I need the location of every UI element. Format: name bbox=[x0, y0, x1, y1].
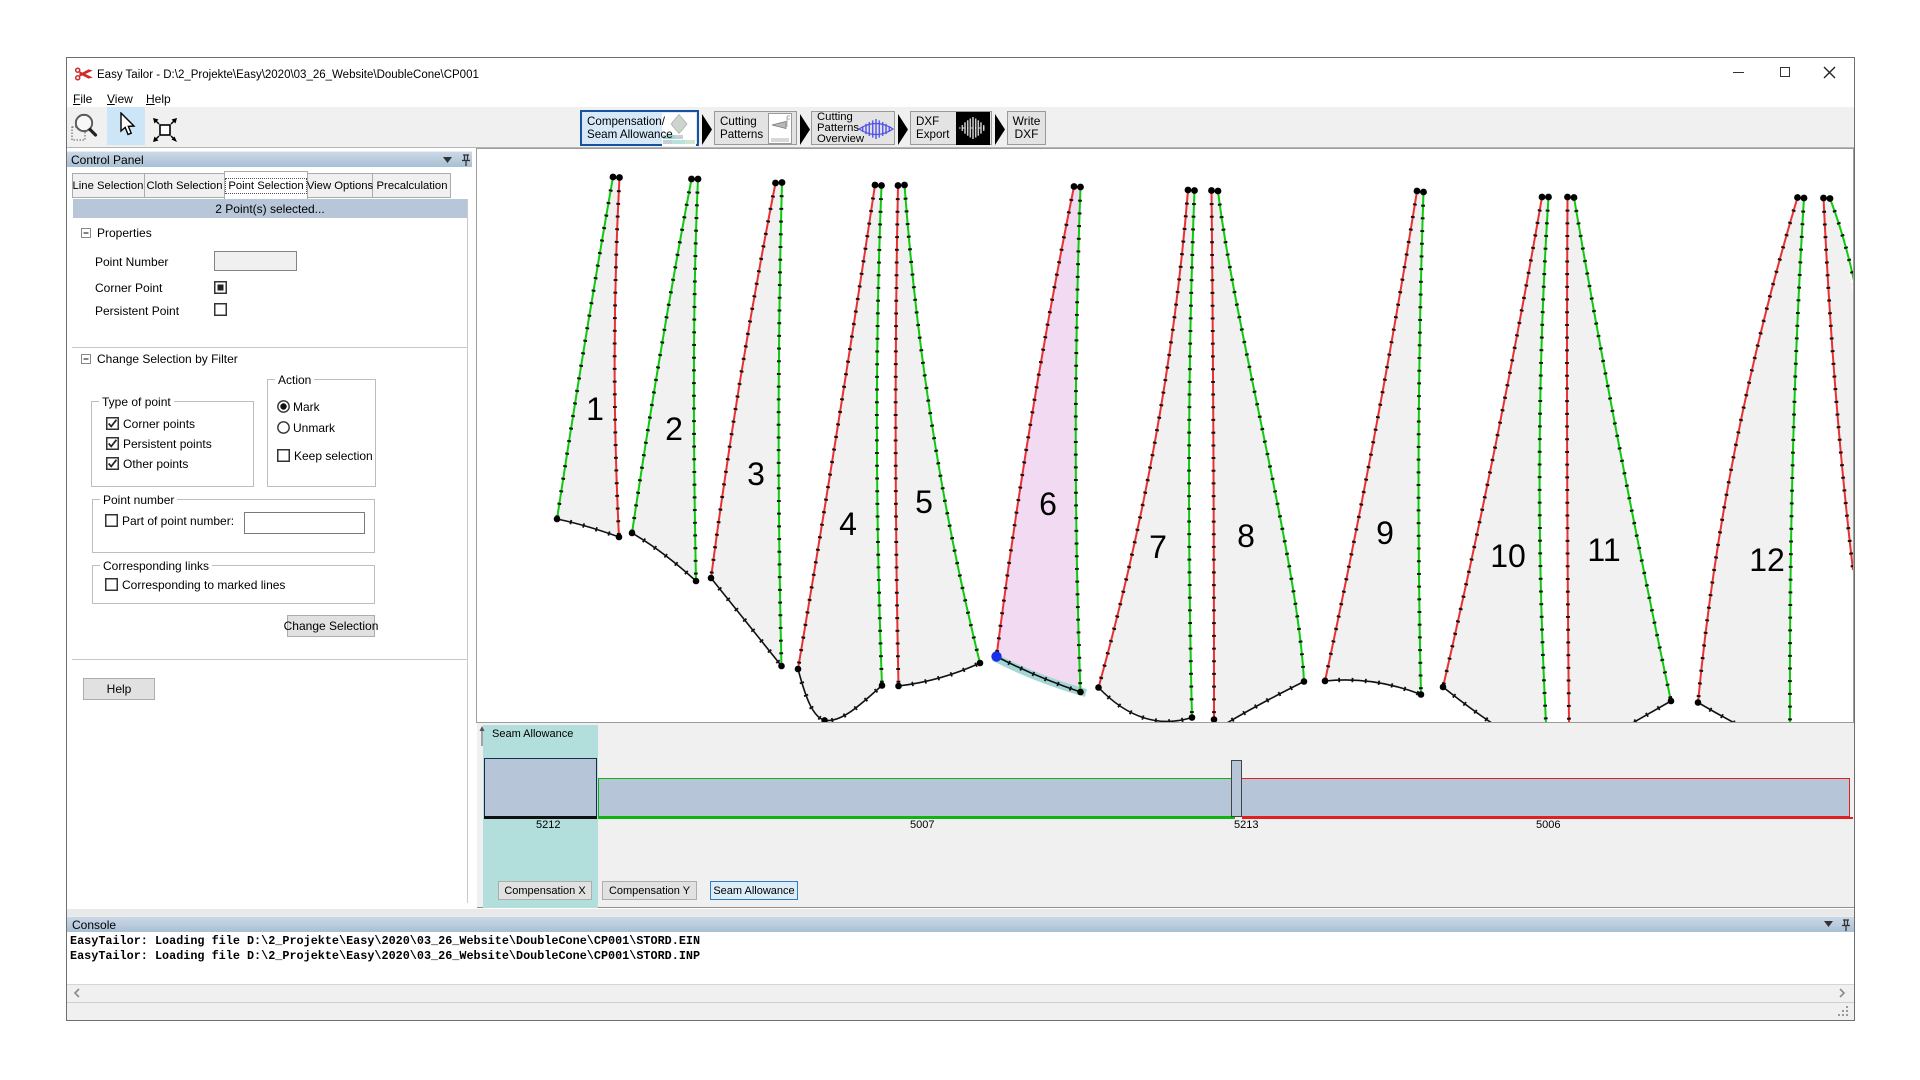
svg-text:4: 4 bbox=[839, 506, 857, 542]
svg-text:7: 7 bbox=[1149, 529, 1167, 565]
svg-text:9: 9 bbox=[1376, 515, 1394, 551]
svg-text:6: 6 bbox=[1039, 486, 1057, 522]
svg-text:5: 5 bbox=[915, 484, 933, 520]
svg-text:1: 1 bbox=[586, 391, 604, 427]
svg-text:3: 3 bbox=[747, 456, 765, 492]
svg-text:8: 8 bbox=[1237, 518, 1255, 554]
svg-text:10: 10 bbox=[1490, 538, 1526, 574]
svg-text:2: 2 bbox=[665, 411, 683, 447]
svg-text:11: 11 bbox=[1587, 532, 1620, 568]
svg-text:12: 12 bbox=[1749, 542, 1785, 578]
